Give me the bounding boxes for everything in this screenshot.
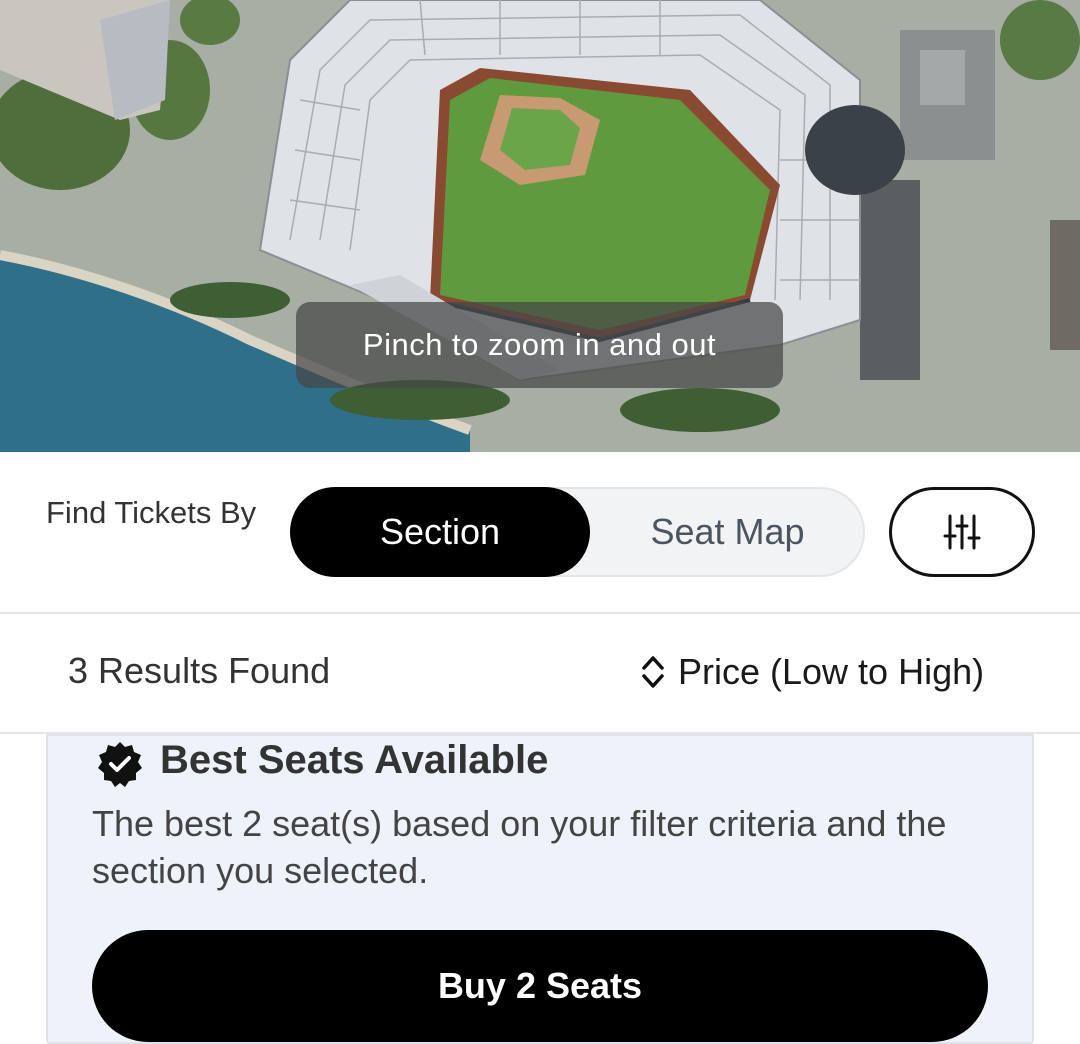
toggle-seat-map[interactable]: Seat Map: [590, 487, 865, 577]
sort-chevrons-icon: [642, 656, 664, 688]
filter-button[interactable]: [889, 487, 1035, 577]
find-by-toggle: Section Seat Map: [290, 487, 865, 577]
results-count: 3 Results Found: [68, 650, 331, 691]
toggle-section[interactable]: Section: [290, 487, 590, 577]
zoom-hint-toast: Pinch to zoom in and out: [296, 302, 783, 388]
best-seats-description: The best 2 seat(s) based on your filter …: [92, 803, 947, 891]
buy-seats-button[interactable]: Buy 2 Seats: [92, 930, 988, 1042]
sort-dropdown[interactable]: Price (Low to High): [640, 648, 984, 696]
sort-label: Price (Low to High): [678, 651, 985, 692]
best-seats-title: Best Seats Available: [160, 738, 549, 782]
stadium-map[interactable]: Pinch to zoom in and out: [0, 0, 1080, 452]
find-tickets-label: Find Tickets By: [46, 495, 257, 530]
sliders-icon: [943, 514, 981, 550]
verified-check-badge-icon: [98, 742, 142, 787]
